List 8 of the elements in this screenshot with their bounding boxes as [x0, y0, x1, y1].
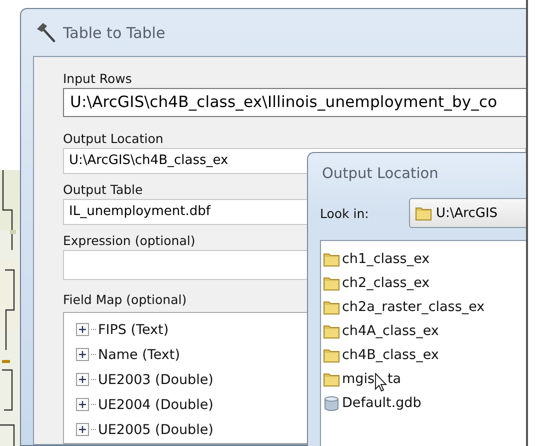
field-label: Output Table: [63, 181, 143, 199]
field-label: Input Rows: [63, 70, 132, 88]
field-label: Field Map (optional): [63, 291, 187, 309]
field-label: Output Location: [63, 130, 164, 148]
look-in-label: Look in:: [320, 206, 370, 220]
window-title: Table to Table: [63, 24, 166, 42]
file-item: ta: [388, 371, 402, 387]
field-label: Expression (optional): [63, 232, 196, 250]
